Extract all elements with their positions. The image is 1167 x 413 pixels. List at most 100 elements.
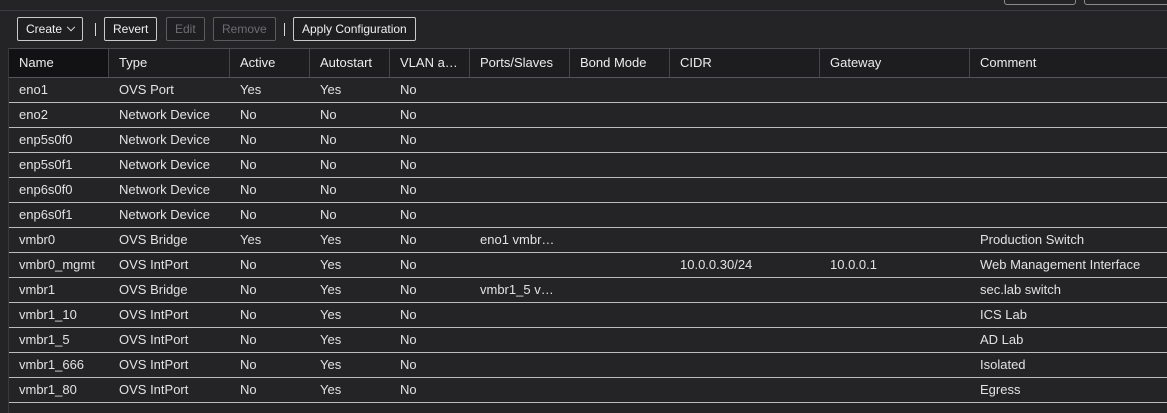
cell-comment bbox=[970, 128, 1167, 152]
cell-vlan-aware: No bbox=[400, 182, 417, 197]
table-row[interactable]: eno1 OVS Port Yes Yes No bbox=[9, 78, 1167, 103]
cell-autostart: Yes bbox=[320, 82, 342, 97]
header-button-partial[interactable] bbox=[1084, 0, 1167, 5]
cell-name: eno1 bbox=[19, 82, 48, 97]
cell-ports-slaves bbox=[470, 353, 570, 377]
cell-name: vmbr0 bbox=[19, 232, 56, 247]
cell-ports-slaves bbox=[470, 103, 570, 127]
table-row[interactable]: enp5s0f1 Network Device No No No bbox=[9, 153, 1167, 178]
cell-bond-mode bbox=[570, 103, 670, 127]
table-row[interactable]: enp5s0f0 Network Device No No No bbox=[9, 128, 1167, 153]
table-row[interactable]: vmbr1_666 OVS IntPort No Yes No Isolated bbox=[9, 353, 1167, 378]
table-row[interactable]: eno2 Network Device No No No bbox=[9, 103, 1167, 128]
cell-vlan-aware: No bbox=[400, 257, 417, 272]
create-button-label: Create bbox=[26, 22, 63, 36]
cell-gateway bbox=[820, 103, 970, 127]
column-header-autostart[interactable]: Autostart bbox=[310, 49, 390, 77]
cell-vlan-aware: No bbox=[400, 282, 417, 297]
cell-cidr bbox=[670, 228, 820, 252]
cell-type: Network Device bbox=[119, 107, 211, 122]
column-header-bond-mode[interactable]: Bond Mode bbox=[570, 49, 670, 77]
cell-ports-slaves bbox=[470, 128, 570, 152]
edit-button[interactable]: Edit bbox=[166, 17, 205, 41]
cell-name: vmbr1_5 bbox=[19, 332, 70, 347]
column-header-vlan-aware[interactable]: VLAN a… bbox=[390, 49, 470, 77]
cell-vlan-aware: No bbox=[400, 382, 417, 397]
cell-comment: Production Switch bbox=[980, 232, 1085, 247]
column-header-type[interactable]: Type bbox=[109, 49, 230, 77]
cell-gateway bbox=[820, 278, 970, 302]
cell-name: vmbr0_mgmt bbox=[19, 257, 95, 272]
cell-active: Yes bbox=[240, 232, 262, 247]
remove-button[interactable]: Remove bbox=[213, 17, 276, 41]
cell-active: No bbox=[240, 107, 257, 122]
cell-type: OVS IntPort bbox=[119, 332, 189, 347]
cell-type: OVS IntPort bbox=[119, 382, 189, 397]
cell-autostart: Yes bbox=[320, 382, 342, 397]
column-header-gateway[interactable]: Gateway bbox=[820, 49, 970, 77]
column-header-name[interactable]: Name bbox=[9, 49, 109, 77]
cell-bond-mode bbox=[570, 128, 670, 152]
cell-active: No bbox=[240, 332, 257, 347]
cell-ports-slaves bbox=[470, 78, 570, 102]
cell-bond-mode bbox=[570, 353, 670, 377]
cell-autostart: Yes bbox=[320, 357, 342, 372]
cell-vlan-aware: No bbox=[400, 307, 417, 322]
cell-active: No bbox=[240, 382, 257, 397]
cell-bond-mode bbox=[570, 328, 670, 352]
cell-gateway bbox=[820, 378, 970, 402]
cell-vlan-aware: No bbox=[400, 357, 417, 372]
cell-cidr bbox=[670, 278, 820, 302]
cell-name: enp5s0f0 bbox=[19, 132, 73, 147]
cell-cidr bbox=[670, 103, 820, 127]
cell-vlan-aware: No bbox=[400, 232, 417, 247]
cell-cidr bbox=[670, 203, 820, 227]
column-header-cidr[interactable]: CIDR bbox=[670, 49, 820, 77]
cell-autostart: No bbox=[320, 132, 337, 147]
cell-autostart: No bbox=[320, 157, 337, 172]
table-row[interactable]: vmbr1 OVS Bridge No Yes No vmbr1_5 v… sec.lab … bbox=[9, 278, 1167, 303]
cell-bond-mode bbox=[570, 378, 670, 402]
table-row[interactable]: vmbr0 OVS Bridge Yes Yes No eno1 vmbr… Product… bbox=[9, 228, 1167, 253]
column-header-active[interactable]: Active bbox=[230, 49, 310, 77]
cell-bond-mode bbox=[570, 253, 670, 277]
cell-cidr: 10.0.0.30/24 bbox=[680, 257, 753, 272]
create-button[interactable]: Create bbox=[17, 17, 84, 41]
cell-type: OVS IntPort bbox=[119, 307, 189, 322]
table-row[interactable]: vmbr1_5 OVS IntPort No Yes No AD Lab bbox=[9, 328, 1167, 353]
cell-comment: Web Management Interface bbox=[980, 257, 1141, 272]
cell-type: Network Device bbox=[119, 207, 211, 222]
cell-gateway bbox=[820, 303, 970, 327]
cell-name: vmbr1_80 bbox=[19, 382, 77, 397]
cell-vlan-aware: No bbox=[400, 332, 417, 347]
header-button-partial[interactable] bbox=[1004, 0, 1076, 5]
table-row[interactable]: vmbr1_80 OVS IntPort No Yes No Egress bbox=[9, 378, 1167, 403]
table-row[interactable]: vmbr0_mgmt OVS IntPort No Yes No 10.0.0.30/24… bbox=[9, 253, 1167, 278]
grid-header: Name Type Active Autostart VLAN a… Ports/Slav… bbox=[9, 48, 1167, 78]
cell-ports-slaves bbox=[470, 328, 570, 352]
table-row[interactable]: enp6s0f1 Network Device No No No bbox=[9, 203, 1167, 228]
table-row[interactable]: vmbr1_10 OVS IntPort No Yes No ICS Lab bbox=[9, 303, 1167, 328]
column-header-comment[interactable]: Comment bbox=[970, 49, 1167, 77]
revert-button[interactable]: Revert bbox=[104, 17, 158, 41]
cell-vlan-aware: No bbox=[400, 207, 417, 222]
column-header-ports-slaves[interactable]: Ports/Slaves bbox=[470, 49, 570, 77]
cell-bond-mode bbox=[570, 153, 670, 177]
cell-gateway bbox=[820, 178, 970, 202]
cell-cidr bbox=[670, 303, 820, 327]
cell-cidr bbox=[670, 128, 820, 152]
cell-active: No bbox=[240, 157, 257, 172]
top-strip bbox=[0, 0, 1167, 10]
toolbar-separator bbox=[95, 23, 96, 36]
cell-vlan-aware: No bbox=[400, 132, 417, 147]
table-row[interactable]: enp6s0f0 Network Device No No No bbox=[9, 178, 1167, 203]
cell-autostart: Yes bbox=[320, 232, 342, 247]
cell-autostart: Yes bbox=[320, 332, 342, 347]
cell-comment bbox=[970, 178, 1167, 202]
cell-ports-slaves: eno1 vmbr… bbox=[480, 232, 555, 247]
cell-bond-mode bbox=[570, 78, 670, 102]
cell-comment bbox=[970, 78, 1167, 102]
apply-configuration-button[interactable]: Apply Configuration bbox=[293, 17, 416, 41]
network-toolbar: Create Revert Edit Remove Apply Configur… bbox=[0, 10, 1167, 47]
cell-comment: Isolated bbox=[980, 357, 1026, 372]
